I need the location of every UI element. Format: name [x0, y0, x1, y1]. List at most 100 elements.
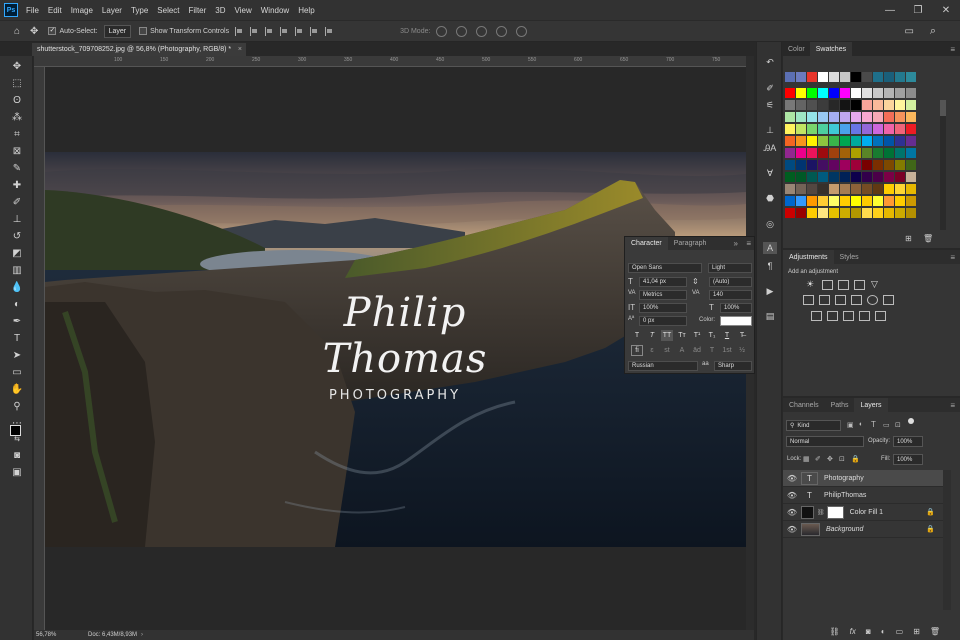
titling-alternates-button[interactable]: T: [706, 345, 718, 356]
swatch[interactable]: [785, 72, 795, 82]
swatch[interactable]: [906, 208, 916, 218]
rectangle-tool-icon[interactable]: ▭: [9, 365, 25, 379]
swatch[interactable]: [796, 88, 806, 98]
swatch[interactable]: [895, 196, 905, 206]
menu-type[interactable]: Type: [131, 6, 148, 15]
tab-paths[interactable]: Paths: [825, 398, 855, 412]
swatch[interactable]: [796, 148, 806, 158]
swatch[interactable]: [796, 172, 806, 182]
swatch[interactable]: [796, 124, 806, 134]
swatch[interactable]: [884, 136, 894, 146]
swatch[interactable]: [906, 112, 916, 122]
link-layers-icon[interactable]: ⛓: [830, 627, 840, 636]
horizontal-scale-field[interactable]: 100%: [720, 303, 752, 313]
tab-paragraph[interactable]: Paragraph: [668, 237, 713, 250]
subscript-button[interactable]: T₁: [706, 330, 718, 341]
blend-mode-select[interactable]: Normal: [786, 436, 864, 447]
swatch[interactable]: [884, 184, 894, 194]
3d-roll-icon[interactable]: [456, 25, 468, 37]
delete-swatch-icon[interactable]: 🗑: [923, 234, 933, 243]
swatch[interactable]: [785, 184, 795, 194]
tab-color[interactable]: Color: [783, 42, 810, 56]
swatch[interactable]: [829, 124, 839, 134]
delete-layer-icon[interactable]: 🗑: [930, 627, 940, 636]
brush-tool-icon[interactable]: ✐: [9, 195, 25, 209]
swatch[interactable]: [829, 72, 839, 82]
swatch[interactable]: [906, 88, 916, 98]
ligatures-button[interactable]: fi: [631, 345, 643, 356]
swatch[interactable]: [862, 88, 872, 98]
swatch[interactable]: [840, 124, 850, 134]
layer-row-background[interactable]: 👁 Background 🔒: [783, 521, 943, 538]
swatch[interactable]: [807, 148, 817, 158]
swatch[interactable]: [818, 148, 828, 158]
tab-styles[interactable]: Styles: [834, 250, 865, 264]
path-selection-tool-icon[interactable]: ➤: [9, 348, 25, 362]
swatch[interactable]: [895, 184, 905, 194]
healing-brush-tool-icon[interactable]: ✚: [9, 178, 25, 192]
swatch[interactable]: [862, 100, 872, 110]
filter-type-icon[interactable]: T: [871, 420, 876, 429]
faux-bold-button[interactable]: T: [631, 330, 643, 341]
quick-mask-icon[interactable]: ◙: [9, 448, 25, 462]
swatch[interactable]: [884, 124, 894, 134]
auto-select-dropdown[interactable]: Layer: [103, 24, 132, 38]
blur-tool-icon[interactable]: 💧: [9, 280, 25, 294]
font-style-select[interactable]: Light: [708, 263, 752, 273]
close-document-icon[interactable]: ×: [238, 46, 242, 53]
filter-toggle-icon[interactable]: [908, 418, 914, 424]
3d-icon[interactable]: ⬣: [763, 192, 777, 204]
quick-select-tool-icon[interactable]: ⁂: [9, 110, 25, 124]
contextual-alternates-button[interactable]: ɛ: [646, 345, 658, 356]
swatch[interactable]: [906, 136, 916, 146]
auto-select-checkbox[interactable]: ✓: [48, 27, 57, 35]
anti-alias-select[interactable]: Sharp: [714, 361, 752, 371]
status-arrow-icon[interactable]: ›: [141, 632, 143, 638]
swatch[interactable]: [785, 100, 795, 110]
new-swatch-icon[interactable]: ⊞: [905, 234, 912, 243]
swatch[interactable]: [840, 136, 850, 146]
vertical-scale-field[interactable]: 100%: [639, 303, 687, 313]
swatch[interactable]: [862, 172, 872, 182]
black-white-icon[interactable]: [835, 295, 846, 305]
swatch[interactable]: [906, 184, 916, 194]
swatch[interactable]: [807, 100, 817, 110]
superscript-button[interactable]: T¹: [691, 330, 703, 341]
swash-button[interactable]: A: [676, 345, 688, 356]
swatch[interactable]: [829, 208, 839, 218]
exposure-icon[interactable]: [854, 280, 865, 290]
menu-layer[interactable]: Layer: [102, 6, 122, 15]
swatch[interactable]: [906, 172, 916, 182]
close-window-button[interactable]: ✕: [932, 0, 960, 20]
filter-adjustment-icon[interactable]: ◐: [859, 421, 863, 428]
swatch[interactable]: [807, 88, 817, 98]
swatch[interactable]: [818, 184, 828, 194]
swatch[interactable]: [873, 184, 883, 194]
marquee-tool-icon[interactable]: ⬚: [9, 76, 25, 90]
fractions-button[interactable]: ½: [736, 345, 748, 356]
posterize-icon[interactable]: [827, 311, 838, 321]
type-tool-icon[interactable]: T: [9, 331, 25, 345]
swatch[interactable]: [873, 160, 883, 170]
swatch[interactable]: [829, 112, 839, 122]
curves-icon[interactable]: [838, 280, 849, 290]
swatch[interactable]: [873, 136, 883, 146]
hue-saturation-icon[interactable]: [803, 295, 814, 305]
align-hcenter-icon[interactable]: [250, 26, 259, 36]
invert-icon[interactable]: [811, 311, 822, 321]
character-menu-icon[interactable]: ≡: [746, 239, 751, 248]
swatch[interactable]: [840, 172, 850, 182]
swatch[interactable]: [895, 136, 905, 146]
align-right-icon[interactable]: [265, 26, 274, 36]
swatch[interactable]: [840, 148, 850, 158]
swatch[interactable]: [840, 112, 850, 122]
swatch[interactable]: [862, 184, 872, 194]
workspace-icon[interactable]: ▭: [905, 26, 914, 37]
swatch[interactable]: [884, 100, 894, 110]
swatch[interactable]: [873, 208, 883, 218]
baseline-shift-field[interactable]: 0 px: [639, 316, 687, 326]
swatch[interactable]: [818, 100, 828, 110]
swatch[interactable]: [873, 148, 883, 158]
gradient-map-icon[interactable]: [875, 311, 886, 321]
glyphs-icon[interactable]: ᎯA: [763, 142, 777, 154]
